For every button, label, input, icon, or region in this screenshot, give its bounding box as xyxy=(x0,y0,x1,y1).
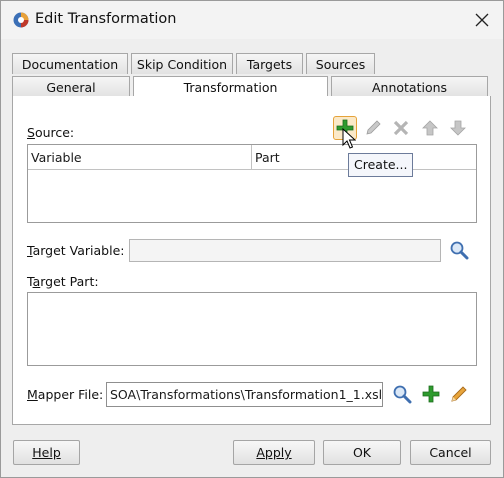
tab-label: Transformation xyxy=(183,79,278,95)
create-mapper-file-button[interactable] xyxy=(419,382,443,406)
tab-label: Sources xyxy=(315,56,366,72)
mnemonic: M xyxy=(27,387,38,402)
ok-button[interactable]: OK xyxy=(323,440,401,465)
magnifier-icon xyxy=(450,241,469,260)
tab-label: Targets xyxy=(246,56,293,72)
label-rest: apper File: xyxy=(37,387,104,402)
column-header-variable[interactable]: Variable xyxy=(28,145,251,170)
button-label: Apply xyxy=(256,445,292,460)
tab-general[interactable]: General xyxy=(12,76,130,97)
tab-label: General xyxy=(46,79,96,95)
target-variable-label: Target Variable: xyxy=(27,243,124,258)
target-part-label: Target Part: xyxy=(27,274,99,289)
mapper-file-label: Mapper File: xyxy=(27,387,103,402)
tab-row-back: Documentation Skip Condition Targets Sou… xyxy=(12,53,378,74)
move-up-button[interactable] xyxy=(418,116,442,140)
tab-label: Annotations xyxy=(371,79,448,95)
window-title: Edit Transformation xyxy=(35,11,177,27)
target-variable-field[interactable] xyxy=(129,239,441,262)
mnemonic: S xyxy=(27,125,35,140)
tab-targets[interactable]: Targets xyxy=(236,53,303,74)
pencil-icon xyxy=(366,120,381,135)
source-label-rest: ource: xyxy=(34,125,75,140)
title-bar: Edit Transformation xyxy=(1,1,503,39)
dialog-window: Edit Transformation Documentation Skip C… xyxy=(0,0,504,478)
source-label: Source: xyxy=(27,125,74,140)
tab-skip-condition[interactable]: Skip Condition xyxy=(131,53,233,74)
label-rest: arget Variable: xyxy=(32,243,125,258)
close-icon xyxy=(475,13,489,27)
browse-mapper-file-button[interactable] xyxy=(390,382,414,406)
label-rest: rget Part: xyxy=(40,274,99,289)
delete-source-button[interactable] xyxy=(389,116,413,140)
tab-row-front: General Transformation Annotations xyxy=(12,76,488,97)
help-button[interactable]: Help xyxy=(13,440,80,465)
arrow-down-icon xyxy=(450,120,466,136)
apply-button[interactable]: Apply xyxy=(233,440,315,465)
button-label: Help xyxy=(32,445,61,460)
close-button[interactable] xyxy=(467,5,497,35)
mapper-file-field[interactable]: SOA\Transformations\Transformation1_1.xs… xyxy=(106,382,383,407)
pencil-icon xyxy=(451,386,467,402)
target-part-list[interactable] xyxy=(27,292,477,366)
mouse-cursor-icon xyxy=(342,128,356,149)
edit-mapper-file-button[interactable] xyxy=(447,382,471,406)
magnifier-icon xyxy=(393,385,412,404)
button-label: OK xyxy=(352,445,372,460)
tab-annotations[interactable]: Annotations xyxy=(331,76,488,97)
add-plus-icon xyxy=(422,385,440,403)
arrow-up-icon xyxy=(422,120,438,136)
oracle-app-icon xyxy=(13,12,29,28)
tab-sources[interactable]: Sources xyxy=(306,53,375,74)
tab-label: Skip Condition xyxy=(136,56,228,72)
create-tooltip: Create... xyxy=(348,153,413,177)
cancel-button[interactable]: Cancel xyxy=(410,440,491,465)
move-down-button[interactable] xyxy=(446,116,470,140)
tab-transformation[interactable]: Transformation xyxy=(133,76,328,97)
delete-x-icon xyxy=(393,120,409,136)
browse-target-variable-button[interactable] xyxy=(447,238,471,262)
button-label: Cancel xyxy=(429,445,472,460)
edit-source-button[interactable] xyxy=(361,116,385,140)
tab-documentation[interactable]: Documentation xyxy=(12,53,128,74)
tab-label: Documentation xyxy=(21,56,119,72)
